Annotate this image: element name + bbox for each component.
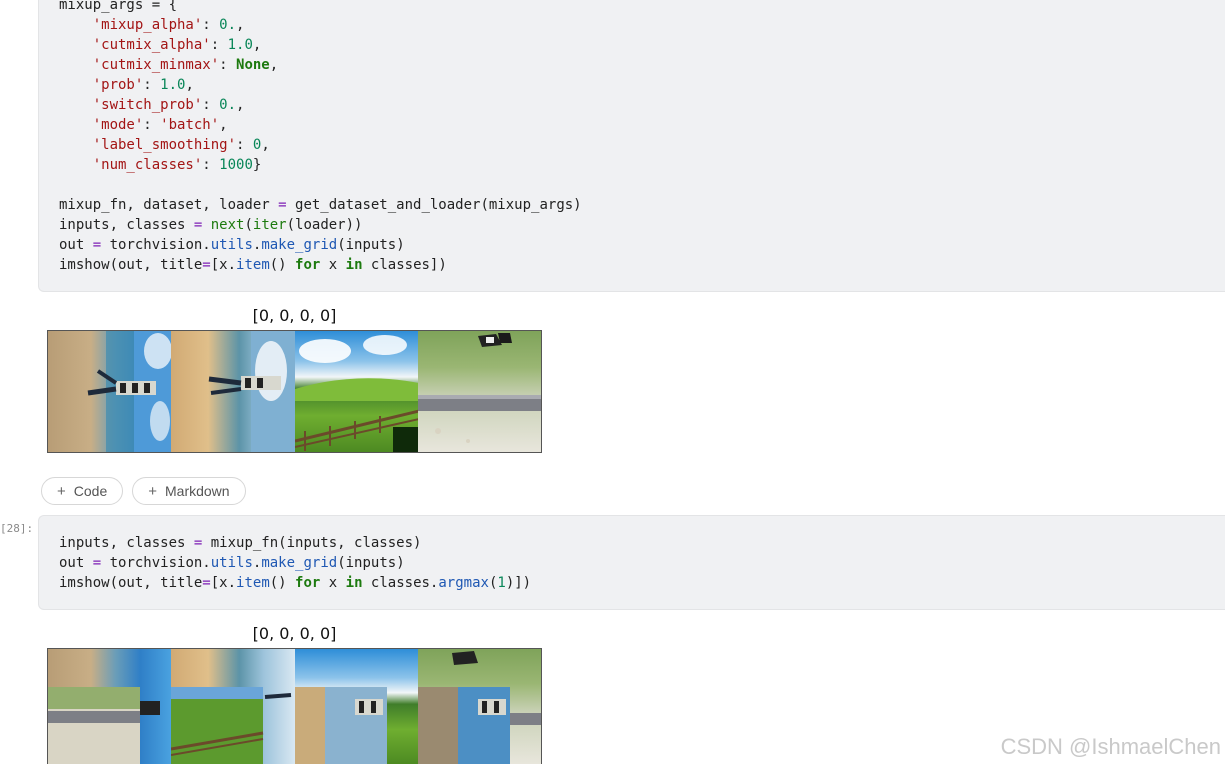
add-code-button[interactable]: + Code	[41, 477, 124, 505]
image-tile	[417, 649, 541, 764]
image-tile	[417, 331, 541, 452]
image-tile	[294, 649, 418, 764]
code-editor-2[interactable]: inputs, classes = mixup_fn(inputs, class…	[59, 533, 531, 593]
image-tile	[48, 649, 172, 764]
add-cell-bar: + Code + Markdown	[41, 477, 246, 505]
image-grid-1	[47, 330, 542, 453]
image-tile	[48, 331, 172, 452]
add-code-label: Code	[73, 483, 108, 499]
add-markdown-button[interactable]: + Markdown	[132, 477, 246, 505]
code-editor-1[interactable]: mixup_args = { 'mixup_alpha': 0., 'cutmi…	[59, 0, 582, 275]
add-markdown-label: Markdown	[165, 483, 230, 499]
code-cell-2[interactable]: inputs, classes = mixup_fn(inputs, class…	[38, 515, 1225, 610]
plot-title-1: [0, 0, 0, 0]	[252, 306, 337, 325]
execution-count: [28]:	[0, 522, 34, 535]
code-cell-1[interactable]: mixup_args = { 'mixup_alpha': 0., 'cutmi…	[38, 0, 1225, 292]
plus-icon: +	[148, 482, 157, 500]
image-tile	[294, 331, 418, 452]
plot-title-2: [0, 0, 0, 0]	[252, 624, 337, 643]
image-tile	[171, 331, 295, 452]
code-line: mixup_args = {	[59, 0, 178, 13]
watermark: CSDN @IshmaelChen	[1000, 734, 1221, 759]
plus-icon: +	[57, 482, 66, 500]
image-grid-2	[47, 648, 542, 764]
image-tile	[171, 649, 295, 764]
